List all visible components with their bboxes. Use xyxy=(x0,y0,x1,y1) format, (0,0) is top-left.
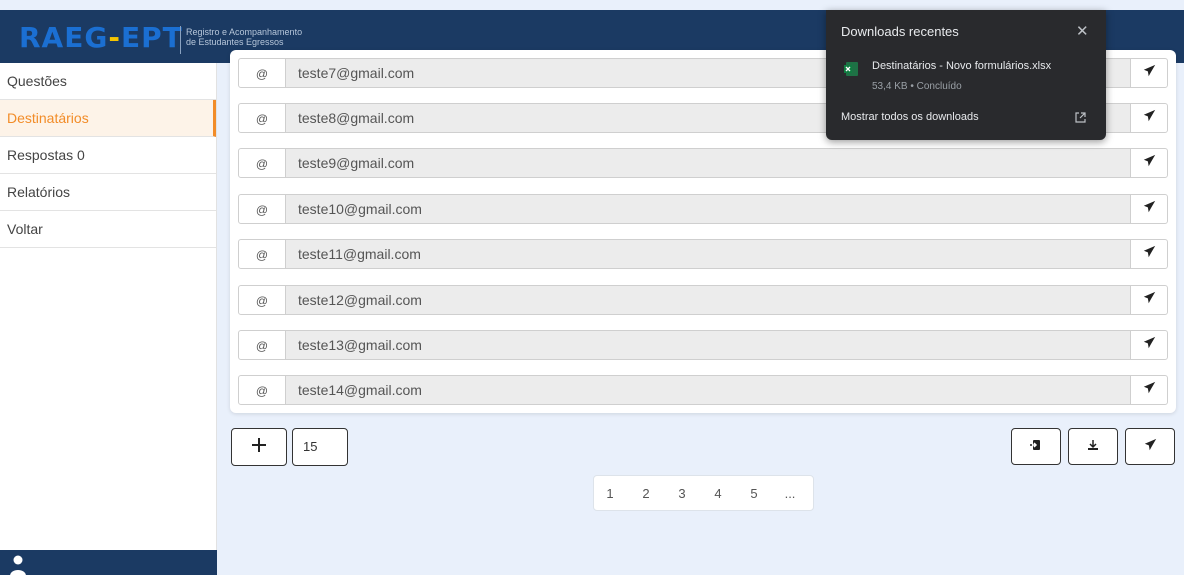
app-logo[interactable]: RAEG-EPT xyxy=(19,23,183,53)
download-file-status: 53,4 KB • Concluído xyxy=(872,81,962,92)
send-icon xyxy=(1143,200,1156,218)
page-1-button[interactable]: 1 xyxy=(601,486,619,501)
send-icon xyxy=(1143,109,1156,127)
quantity-input[interactable]: 15 xyxy=(292,428,348,466)
plus-icon xyxy=(251,437,267,458)
list-item: @ teste11@gmail.com xyxy=(238,239,1168,269)
send-button[interactable] xyxy=(1130,148,1168,178)
at-prefix: @ xyxy=(238,330,286,360)
logo-subtitle: Registro e Acompanhamento de Estudantes … xyxy=(186,27,303,47)
list-item: @ teste13@gmail.com xyxy=(238,330,1168,360)
email-field[interactable]: teste11@gmail.com xyxy=(285,239,1131,269)
send-button[interactable] xyxy=(1130,194,1168,224)
sidebar: Questões Destinatários Respostas 0 Relat… xyxy=(0,63,217,575)
send-all-button[interactable] xyxy=(1125,428,1175,465)
send-button[interactable] xyxy=(1130,58,1168,88)
close-icon[interactable]: ✕ xyxy=(1076,22,1089,40)
send-button[interactable] xyxy=(1130,375,1168,405)
sidebar-item-respostas[interactable]: Respostas 0 xyxy=(0,137,216,174)
email-field[interactable]: teste13@gmail.com xyxy=(285,330,1131,360)
at-prefix: @ xyxy=(238,375,286,405)
downloads-popup-title: Downloads recentes xyxy=(841,24,959,39)
send-icon xyxy=(1143,291,1156,309)
file-import-icon xyxy=(1030,438,1042,456)
download-file-name[interactable]: Destinatários - Novo formulários.xlsx xyxy=(872,60,1051,72)
download-icon xyxy=(1087,438,1099,456)
email-field[interactable]: teste9@gmail.com xyxy=(285,148,1131,178)
sidebar-footer xyxy=(0,550,217,575)
send-icon xyxy=(1143,336,1156,354)
send-icon xyxy=(1143,64,1156,82)
at-prefix: @ xyxy=(238,194,286,224)
logo-divider xyxy=(180,26,181,54)
user-icon[interactable] xyxy=(10,554,26,575)
excel-file-icon xyxy=(844,62,858,81)
at-prefix: @ xyxy=(238,239,286,269)
email-field[interactable]: teste12@gmail.com xyxy=(285,285,1131,315)
send-icon xyxy=(1143,381,1156,399)
sidebar-item-voltar[interactable]: Voltar xyxy=(0,211,216,248)
open-external-icon[interactable] xyxy=(1075,110,1086,128)
send-button[interactable] xyxy=(1130,330,1168,360)
downloads-popup: Downloads recentes ✕ Destinatários - Nov… xyxy=(826,10,1106,140)
send-button[interactable] xyxy=(1130,239,1168,269)
at-prefix: @ xyxy=(238,103,286,133)
at-prefix: @ xyxy=(238,58,286,88)
list-item: @ teste14@gmail.com xyxy=(238,375,1168,405)
send-icon xyxy=(1143,154,1156,172)
email-field[interactable]: teste10@gmail.com xyxy=(285,194,1131,224)
sidebar-item-questoes[interactable]: Questões xyxy=(0,63,216,100)
send-icon xyxy=(1143,245,1156,263)
show-all-downloads-link[interactable]: Mostrar todos os downloads xyxy=(841,111,979,123)
page-5-button[interactable]: 5 xyxy=(745,486,763,501)
send-button[interactable] xyxy=(1130,285,1168,315)
sidebar-item-relatorios[interactable]: Relatórios xyxy=(0,174,216,211)
page-3-button[interactable]: 3 xyxy=(673,486,691,501)
email-field[interactable]: teste14@gmail.com xyxy=(285,375,1131,405)
pagination: 1 2 3 4 5 ... xyxy=(593,475,814,511)
send-button[interactable] xyxy=(1130,103,1168,133)
page-4-button[interactable]: 4 xyxy=(709,486,727,501)
add-recipient-button[interactable] xyxy=(231,428,287,466)
list-item: @ teste10@gmail.com xyxy=(238,194,1168,224)
page-2-button[interactable]: 2 xyxy=(637,486,655,501)
import-button[interactable] xyxy=(1011,428,1061,465)
sidebar-item-destinatarios[interactable]: Destinatários xyxy=(0,100,216,137)
at-prefix: @ xyxy=(238,285,286,315)
list-item: @ teste9@gmail.com xyxy=(238,148,1168,178)
list-item: @ teste12@gmail.com xyxy=(238,285,1168,315)
at-prefix: @ xyxy=(238,148,286,178)
download-button[interactable] xyxy=(1068,428,1118,465)
send-icon xyxy=(1144,438,1157,456)
page-more-button[interactable]: ... xyxy=(781,486,799,501)
